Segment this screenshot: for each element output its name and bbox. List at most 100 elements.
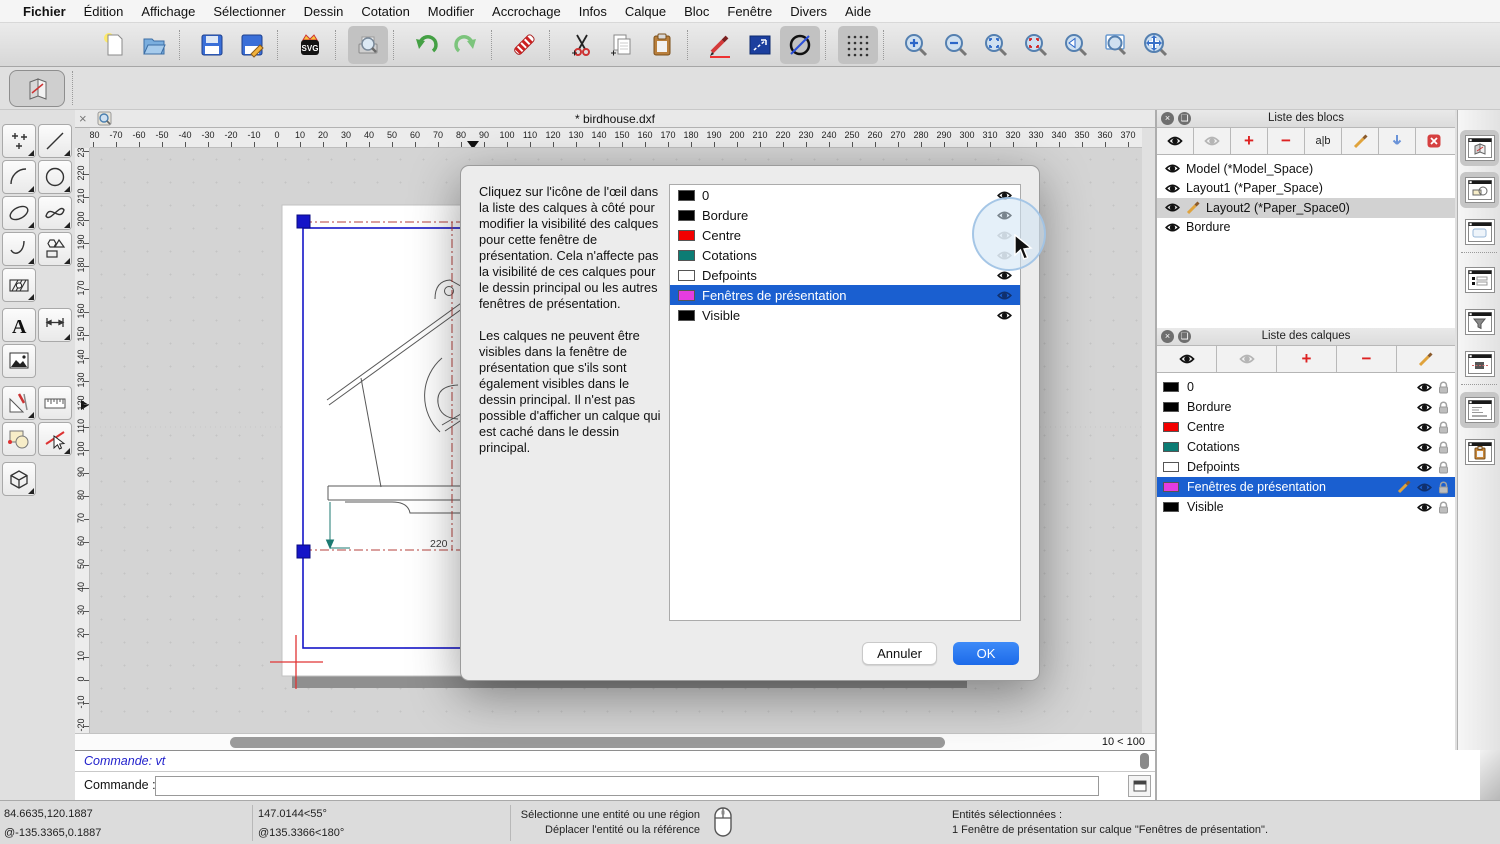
paste-button[interactable] xyxy=(642,26,682,64)
workspace-button[interactable] xyxy=(9,70,65,107)
show-all-layers-button[interactable] xyxy=(1157,346,1217,372)
block-row[interactable]: Layout1 (*Paper_Space) xyxy=(1157,179,1455,199)
draft-mode-button[interactable] xyxy=(780,26,820,64)
menu-accrochage[interactable]: Accrochage xyxy=(483,4,570,19)
command-popout-button[interactable] xyxy=(1128,775,1151,797)
menu-divers[interactable]: Divers xyxy=(781,4,836,19)
hide-all-blocks-button[interactable] xyxy=(1194,128,1231,154)
select-tool[interactable] xyxy=(38,422,72,456)
save-button[interactable] xyxy=(192,26,232,64)
lock-icon[interactable] xyxy=(1438,481,1449,494)
draft-pencil-button[interactable] xyxy=(700,26,740,64)
menu-calque[interactable]: Calque xyxy=(616,4,675,19)
add-block-button[interactable]: + xyxy=(1231,128,1268,154)
add-layer-button[interactable]: + xyxy=(1277,346,1337,372)
menu-infos[interactable]: Infos xyxy=(570,4,616,19)
eye-icon[interactable] xyxy=(1165,183,1180,194)
hatch-tool[interactable] xyxy=(2,268,36,302)
menu-cotation[interactable]: Cotation xyxy=(352,4,418,19)
ok-button[interactable]: OK xyxy=(953,642,1019,665)
remove-layer-button[interactable]: − xyxy=(1337,346,1397,372)
dock-shapes-toggle[interactable] xyxy=(1460,172,1499,208)
dialog-layer-row[interactable]: Bordure xyxy=(670,205,1020,225)
scale-reference-button[interactable] xyxy=(740,26,780,64)
text-tool[interactable]: A xyxy=(2,308,36,342)
pan-button[interactable] xyxy=(1136,26,1176,64)
edit-block-button[interactable] xyxy=(1342,128,1379,154)
shapes-tool[interactable] xyxy=(38,232,72,266)
zoom-window-button[interactable] xyxy=(1096,26,1136,64)
spline-tool[interactable] xyxy=(38,196,72,230)
lock-icon[interactable] xyxy=(1438,401,1449,414)
horizontal-scrollbar-track[interactable]: 10 < 100 xyxy=(75,733,1155,750)
menu-fen-tre[interactable]: Fenêtre xyxy=(718,4,781,19)
cut-button[interactable] xyxy=(562,26,602,64)
zoom-previous-button[interactable] xyxy=(1056,26,1096,64)
menu-affichage[interactable]: Affichage xyxy=(132,4,204,19)
polyline-tool[interactable] xyxy=(2,232,36,266)
grid-snap-button[interactable] xyxy=(838,26,878,64)
lock-icon[interactable] xyxy=(1438,421,1449,434)
copy-button[interactable] xyxy=(602,26,642,64)
eye-icon[interactable] xyxy=(1417,442,1432,453)
delete-button[interactable] xyxy=(504,26,544,64)
lock-icon[interactable] xyxy=(1438,501,1449,514)
dimension-tool[interactable] xyxy=(38,308,72,342)
menu-modifier[interactable]: Modifier xyxy=(419,4,483,19)
redo-button[interactable] xyxy=(446,26,486,64)
eye-icon[interactable] xyxy=(1165,202,1180,213)
remove-block-button[interactable]: − xyxy=(1268,128,1305,154)
undo-button[interactable] xyxy=(406,26,446,64)
circle-tool[interactable] xyxy=(38,160,72,194)
resize-grip[interactable] xyxy=(1480,750,1500,800)
eye-icon[interactable] xyxy=(997,270,1012,281)
lock-icon[interactable] xyxy=(1438,441,1449,454)
dock-clipboard-toggle[interactable] xyxy=(1460,434,1499,470)
show-all-blocks-button[interactable] xyxy=(1157,128,1194,154)
menu-bloc[interactable]: Bloc xyxy=(675,4,718,19)
dialog-layer-row[interactable]: Fenêtres de présentation xyxy=(670,285,1020,305)
svg-export-button[interactable]: SVG xyxy=(290,26,330,64)
zoom-in-button[interactable] xyxy=(896,26,936,64)
eye-icon[interactable] xyxy=(1417,462,1432,473)
horizontal-scrollbar-thumb[interactable] xyxy=(230,737,945,748)
eye-icon[interactable] xyxy=(1417,482,1432,493)
menu-aide[interactable]: Aide xyxy=(836,4,880,19)
menu-dessin[interactable]: Dessin xyxy=(295,4,353,19)
modify-tool[interactable] xyxy=(2,422,36,456)
layer-row[interactable]: Fenêtres de présentation xyxy=(1157,477,1455,497)
line-tool[interactable] xyxy=(38,124,72,158)
dialog-layer-row[interactable]: Centre xyxy=(670,225,1020,245)
dock-filter-toggle[interactable] xyxy=(1460,304,1499,340)
rename-block-button[interactable]: a|b xyxy=(1305,128,1342,154)
zoom-selection-button[interactable] xyxy=(1016,26,1056,64)
delete-block-button[interactable] xyxy=(1416,128,1452,154)
print-preview-button[interactable] xyxy=(348,26,388,64)
dialog-layer-row[interactable]: Visible xyxy=(670,305,1020,325)
eye-icon[interactable] xyxy=(997,310,1012,321)
points-tool[interactable] xyxy=(2,124,36,158)
dock-command-widget-toggle[interactable] xyxy=(1460,392,1499,428)
menu-fichier[interactable]: Fichier xyxy=(14,4,75,19)
eye-icon[interactable] xyxy=(1417,502,1432,513)
new-file-button[interactable] xyxy=(94,26,134,64)
block-row[interactable]: Layout2 (*Paper_Space0) xyxy=(1157,198,1455,218)
layer-row[interactable]: Visible xyxy=(1157,497,1455,517)
menu-s-lectionner[interactable]: Sélectionner xyxy=(204,4,294,19)
insert-block-button[interactable] xyxy=(1379,128,1416,154)
command-input[interactable] xyxy=(155,776,1099,796)
open-file-button[interactable] xyxy=(134,26,174,64)
dialog-layer-row[interactable]: 0 xyxy=(670,185,1020,205)
lock-icon[interactable] xyxy=(1438,461,1449,474)
ellipse-tool[interactable] xyxy=(2,196,36,230)
eye-icon[interactable] xyxy=(1165,163,1180,174)
eye-icon[interactable] xyxy=(997,290,1012,301)
cancel-button[interactable]: Annuler xyxy=(862,642,937,665)
image-tool[interactable] xyxy=(2,344,36,378)
eye-icon[interactable] xyxy=(1417,382,1432,393)
eye-icon[interactable] xyxy=(1417,422,1432,433)
layer-row[interactable]: Centre xyxy=(1157,417,1455,437)
arc-tool[interactable] xyxy=(2,160,36,194)
layer-row[interactable]: Defpoints xyxy=(1157,457,1455,477)
menu--dition[interactable]: Édition xyxy=(75,4,133,19)
